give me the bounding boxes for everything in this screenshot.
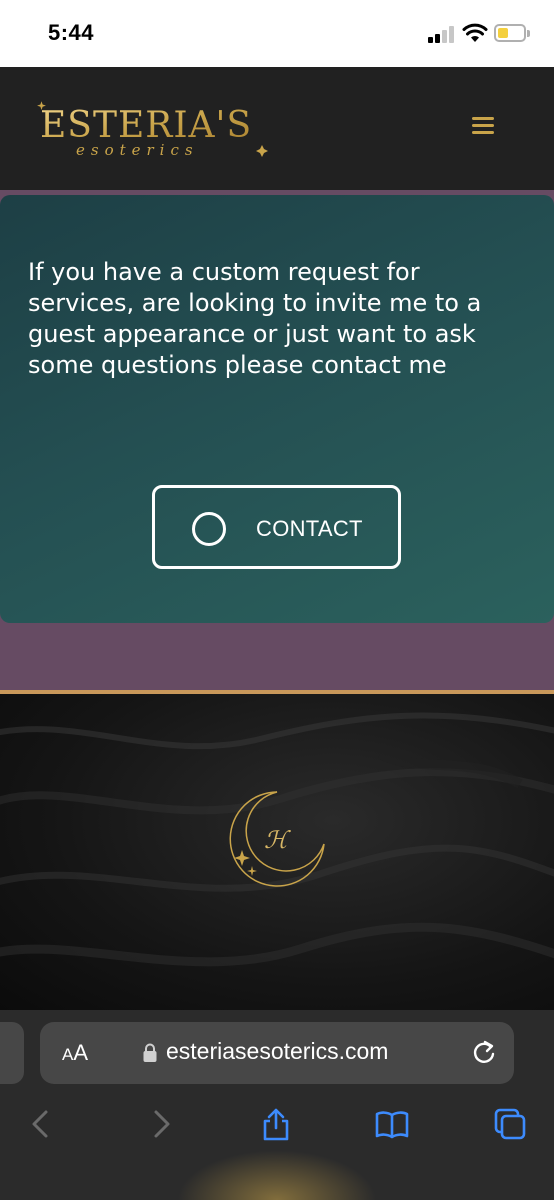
browser-chrome: AA esteriasesoterics.com xyxy=(0,1010,554,1200)
wifi-icon xyxy=(462,23,488,42)
contact-button-label: CONTACT xyxy=(256,516,363,541)
esterias-esoterics-logo[interactable]: ESTERIA'S esoterics xyxy=(36,97,276,167)
logo-subtext: esoterics xyxy=(76,141,199,159)
moon-logo-icon[interactable]: ℋ xyxy=(222,784,332,894)
monogram: ℋ xyxy=(264,826,291,854)
bookmarks-icon[interactable] xyxy=(374,1106,410,1142)
status-time: 5:44 xyxy=(48,20,95,45)
status-bar: 5:44 xyxy=(0,0,554,67)
contact-button[interactable]: CONTACT xyxy=(152,485,401,569)
reload-icon[interactable] xyxy=(470,1039,498,1067)
hamburger-menu-icon[interactable] xyxy=(472,115,496,137)
home-indicator-glow xyxy=(177,1150,377,1200)
contact-section: If you have a custom request for service… xyxy=(0,190,554,690)
url-text[interactable]: esteriasesoterics.com xyxy=(166,1038,388,1065)
battery-icon xyxy=(494,24,526,42)
site-header: ESTERIA'S esoterics xyxy=(0,67,554,190)
footer-section: ℋ xyxy=(0,694,554,1010)
lock-icon xyxy=(143,1043,157,1062)
battery-level xyxy=(498,28,508,38)
back-icon[interactable] xyxy=(24,1106,60,1142)
contact-card: If you have a custom request for service… xyxy=(0,195,554,623)
contact-message: If you have a custom request for service… xyxy=(28,258,482,379)
share-icon[interactable] xyxy=(258,1106,294,1142)
address-bar[interactable]: AA esteriasesoterics.com xyxy=(40,1022,514,1084)
reader-options-button[interactable]: AA xyxy=(62,1040,88,1066)
cellular-signal-icon xyxy=(428,25,456,43)
circle-icon xyxy=(192,512,226,546)
tabs-icon[interactable] xyxy=(492,1106,528,1142)
previous-tab-preview[interactable] xyxy=(0,1022,24,1084)
battery-tip xyxy=(527,30,530,37)
forward-icon[interactable] xyxy=(142,1106,178,1142)
logo-wordmark: ESTERIA'S xyxy=(40,105,252,146)
